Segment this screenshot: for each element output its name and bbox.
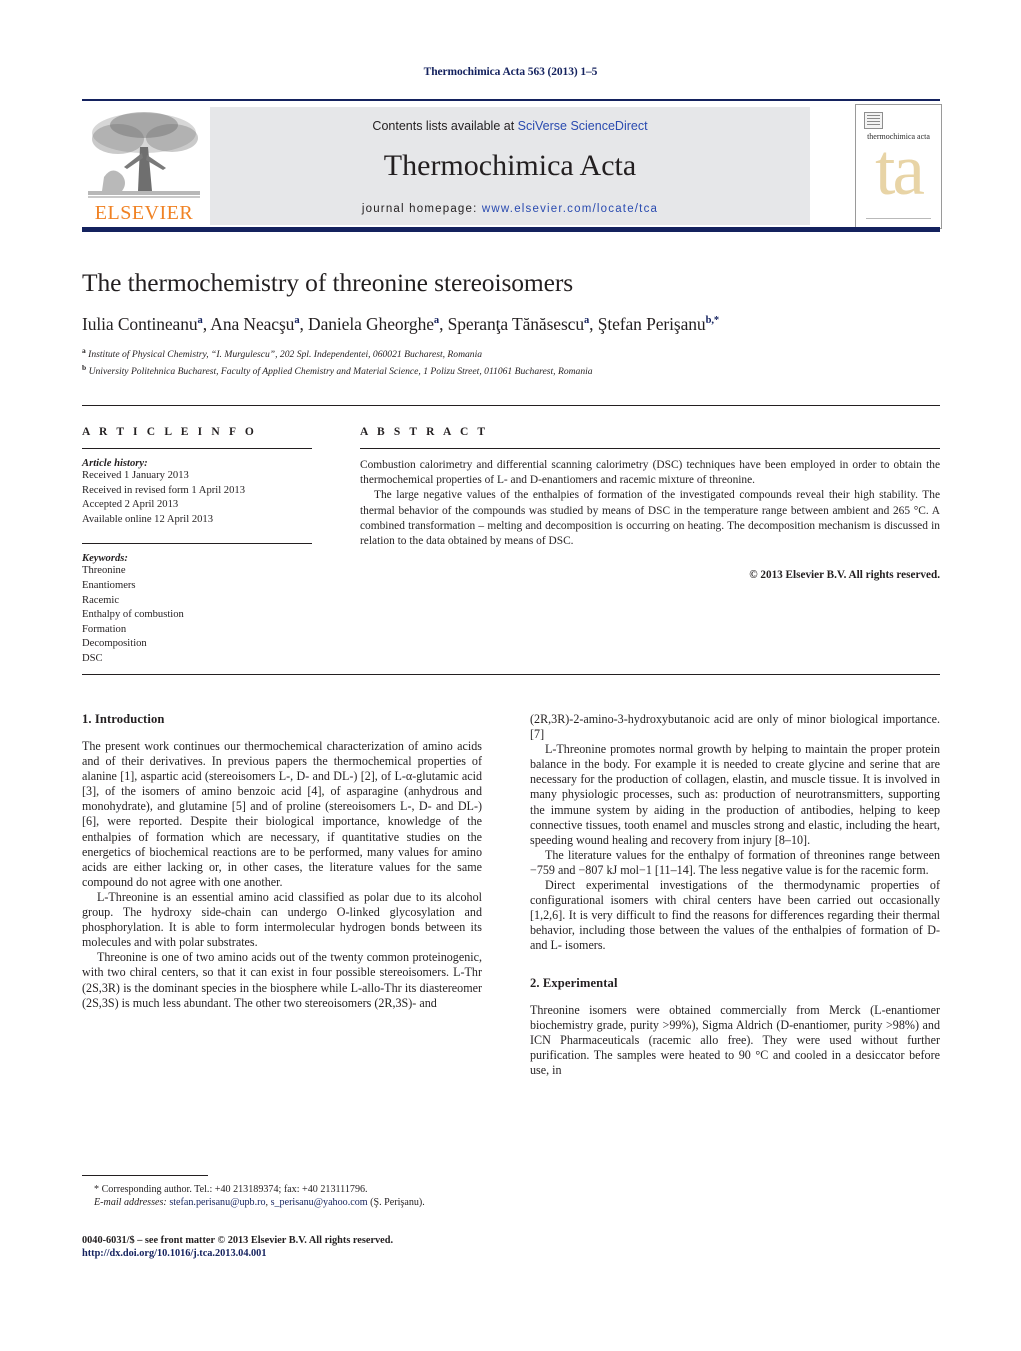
contents-prefix-text: Contents lists available at (372, 119, 518, 133)
body-column-left: 1. Introduction The present work continu… (82, 712, 482, 1011)
body-paragraph: L-Threonine promotes normal growth by he… (530, 742, 940, 847)
author-separator: , (439, 314, 448, 334)
author-name: Ştefan Perişanu (597, 314, 706, 334)
keyword-item: Decomposition (82, 638, 147, 650)
body-paragraph: L-Threonine is an essential amino acid c… (82, 889, 482, 950)
article-history-list: Received 1 January 2013 Received in revi… (82, 469, 312, 527)
author-affiliation-mark: b, (705, 315, 714, 327)
masthead-bottom-rule (82, 227, 940, 232)
email-suffix: (Ş. Perişanu). (367, 1197, 425, 1209)
keywords-divider (82, 543, 312, 545)
affiliation-item: b University Politehnica Bucharest, Facu… (82, 361, 940, 378)
body-column-right: (2R,3R)-2-amino-3-hydroxybutanoic acid a… (530, 712, 940, 1078)
footnote-rule (82, 1175, 208, 1176)
elsevier-wordmark: ELSEVIER (94, 202, 194, 224)
cover-journal-name: thermochimica acta (867, 132, 930, 141)
keyword-item: Threonine (82, 565, 126, 577)
author-list: Iulia Contineanua, Ana Neacşua, Daniela … (82, 314, 940, 335)
elsevier-tree-icon (88, 112, 200, 198)
abstract-copyright: © 2013 Elsevier B.V. All rights reserved… (749, 569, 940, 582)
keywords-label: Keywords: (82, 553, 128, 565)
author-name: Daniela Gheorghe (308, 314, 434, 334)
body-paragraph: Threonine isomers were obtained commerci… (530, 1002, 940, 1077)
keyword-item: Enthalpy of combustion (82, 609, 184, 621)
body-paragraph: The present work continues our thermoche… (82, 739, 482, 889)
keyword-item: DSC (82, 652, 103, 664)
affiliation-text: University Politehnica Bucharest, Facult… (88, 366, 593, 378)
keywords-list: Threonine Enantiomers Racemic Enthalpy o… (82, 564, 312, 666)
abstract-body: Combustion calorimetry and differential … (360, 458, 940, 549)
email-note: E-mail addresses: stefan.perisanu@upb.ro… (82, 1196, 482, 1209)
journal-cover-inner: thermochimica acta ta (860, 109, 937, 224)
abstract-column: A B S T R A C T Combustion calorimetry a… (360, 426, 940, 581)
masthead-top-rule (82, 99, 940, 101)
section-heading-experimental: 2. Experimental (530, 975, 618, 990)
history-item: Accepted 2 April 2013 (82, 499, 179, 511)
author-name: Iulia Contineanu (82, 314, 198, 334)
article-info-heading: A R T I C L E I N F O (82, 426, 257, 438)
body-paragraph: Threonine is one of two amino acids out … (82, 950, 482, 1010)
contents-available-line: Contents lists available at SciVerse Sci… (210, 119, 810, 133)
article-history-label: Article history: (82, 458, 148, 469)
journal-homepage-line: journal homepage: www.elsevier.com/locat… (210, 203, 810, 215)
corresponding-author-marker: * (713, 315, 719, 327)
author-separator: , (299, 314, 309, 334)
sciencedirect-link[interactable]: SciVerse ScienceDirect (518, 119, 648, 133)
elsevier-logo: ELSEVIER (82, 107, 206, 225)
email-addresses-label: E-mail addresses: (94, 1197, 167, 1209)
journal-cover-thumbnail: thermochimica acta ta (855, 104, 942, 229)
keyword-item: Racemic (82, 594, 120, 606)
affiliation-mark: a (82, 346, 86, 355)
section-heading-introduction: 1. Introduction (82, 712, 165, 726)
email-link-secondary[interactable]: s_perisanu@yahoo.com (271, 1197, 368, 1208)
abstract-paragraph: Combustion calorimetry and differential … (360, 459, 940, 487)
history-item: Received in revised form 1 April 2013 (82, 484, 245, 496)
journal-homepage-link[interactable]: www.elsevier.com/locate/tca (482, 203, 658, 215)
cover-footer-rule (866, 218, 931, 219)
author-separator: , (589, 314, 598, 334)
keyword-item: Enantiomers (82, 579, 136, 591)
author-name: Ana Neacşu (210, 314, 295, 334)
history-item: Received 1 January 2013 (82, 470, 189, 481)
body-paragraph: The literature values for the enthalpy o… (530, 847, 940, 877)
homepage-prefix-text: journal homepage: (361, 203, 482, 215)
article-info-divider (82, 448, 312, 449)
corresponding-author-note: * Corresponding author. Tel.: +40 213189… (94, 1184, 368, 1195)
journal-masthead: ELSEVIER Contents lists available at Sci… (82, 99, 942, 232)
imprint-line: 0040-6031/$ – see front matter © 2013 El… (82, 1235, 394, 1246)
author-name: Speranţa Tănăsescu (447, 314, 584, 334)
title-block: The thermochemistry of threonine stereoi… (82, 268, 940, 378)
email-link-primary[interactable]: stefan.perisanu@upb.ro (169, 1197, 265, 1208)
affiliation-mark: b (82, 363, 87, 373)
journal-title: Thermochimica Acta (383, 149, 637, 182)
abstract-paragraph: The large negative values of the enthalp… (360, 489, 940, 548)
footnote-area: * Corresponding author. Tel.: +40 213189… (82, 1175, 482, 1210)
abstract-divider (360, 448, 940, 449)
body-paragraph: (2R,3R)-2-amino-3-hydroxybutanoic acid a… (530, 712, 940, 742)
imprint-block: 0040-6031/$ – see front matter © 2013 El… (82, 1234, 582, 1261)
article-info-abstract-box: A R T I C L E I N F O Article history: R… (82, 405, 940, 675)
history-item: Available online 12 April 2013 (82, 513, 214, 525)
article-info-column: A R T I C L E I N F O Article history: R… (82, 426, 312, 667)
affiliation-list: a Institute of Physical Chemistry, “I. M… (82, 344, 940, 378)
article-first-page: Thermochimica Acta 563 (2013) 1–5 ELSEVI… (0, 0, 1021, 1351)
running-head: Thermochimica Acta 563 (2013) 1–5 (423, 66, 598, 78)
keyword-item: Formation (82, 623, 127, 635)
doi-link[interactable]: http://dx.doi.org/10.1016/j.tca.2013.04.… (82, 1247, 582, 1260)
affiliation-item: a Institute of Physical Chemistry, “I. M… (82, 344, 940, 361)
affiliation-text: Institute of Physical Chemistry, “I. Mur… (88, 349, 483, 361)
masthead-center-panel: Contents lists available at SciVerse Sci… (210, 107, 810, 225)
body-paragraph: Direct experimental investigations of th… (530, 878, 940, 953)
abstract-heading: A B S T R A C T (360, 426, 489, 438)
article-title: The thermochemistry of threonine stereoi… (82, 268, 574, 297)
